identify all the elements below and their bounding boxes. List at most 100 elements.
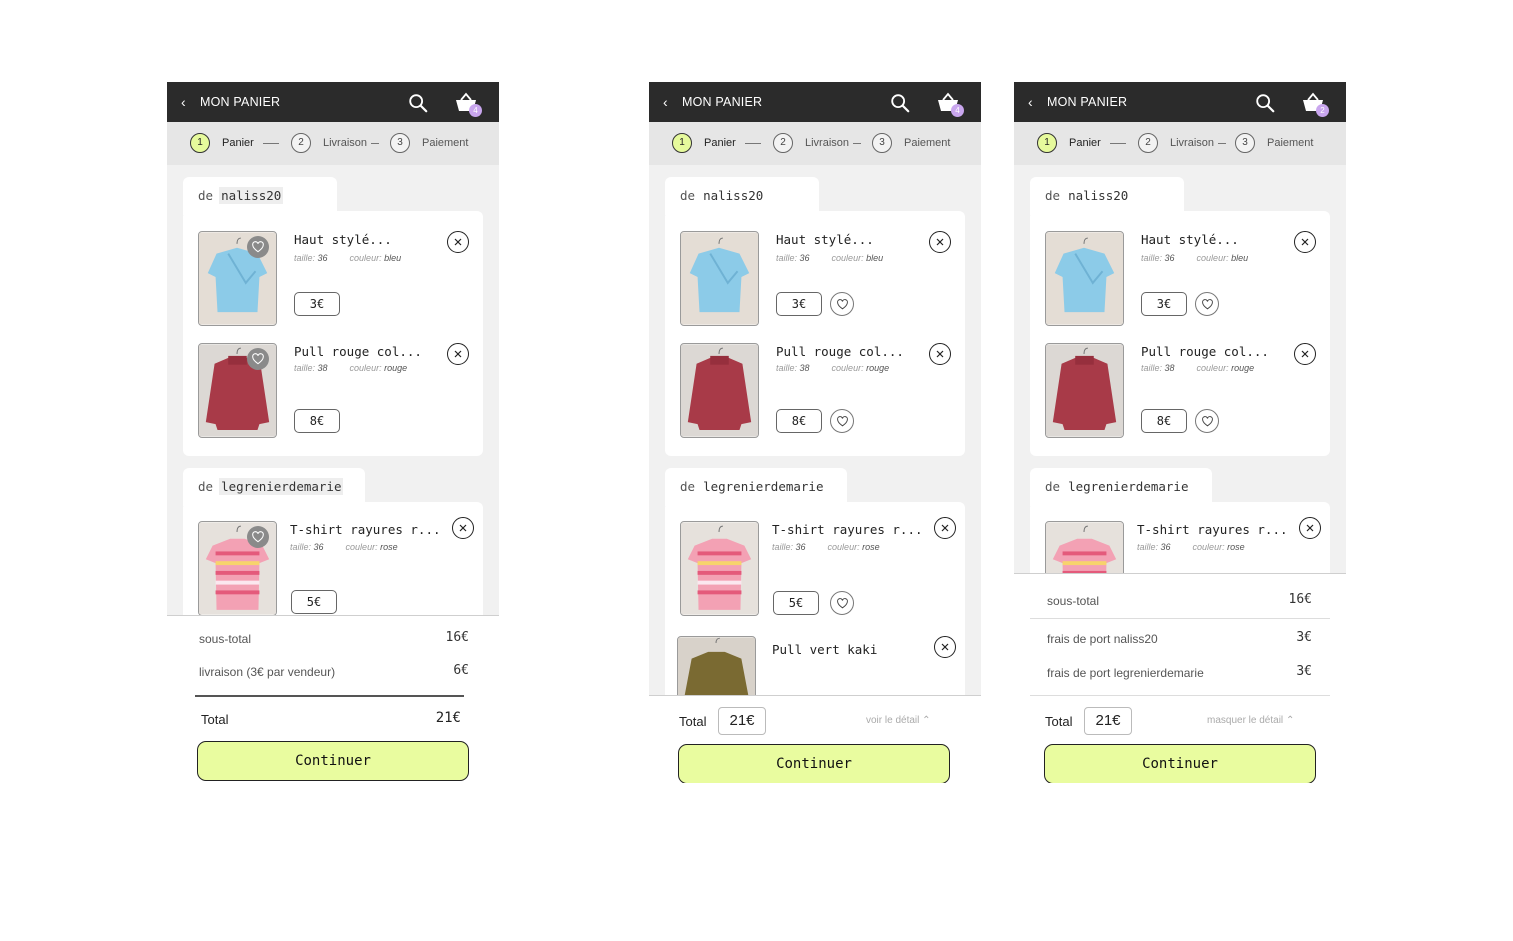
order-summary: Total 21€ voir le détail ⌃ Continuer <box>649 695 981 783</box>
chevron-left-icon[interactable]: ‹ <box>181 95 195 109</box>
close-icon[interactable] <box>1299 517 1321 539</box>
product-image[interactable] <box>680 521 759 616</box>
cart-item: Haut stylé... taille: 36 couleur: bleu 3€ <box>198 231 478 327</box>
close-icon[interactable] <box>934 517 956 539</box>
delivery-label: livraison (3€ par vendeur) <box>199 665 336 679</box>
product-image[interactable] <box>680 343 759 438</box>
item-name[interactable]: Pull vert kaki <box>772 642 877 657</box>
total-label: Total <box>1045 714 1073 729</box>
continue-button[interactable]: Continuer <box>1044 744 1316 783</box>
vendor-name[interactable]: legrenierdemarie <box>1066 478 1190 495</box>
top-bar: ‹ MON PANIER 2 <box>1014 82 1346 122</box>
chevron-left-icon[interactable]: ‹ <box>663 95 677 109</box>
size-label: taille: <box>1137 542 1159 552</box>
color-label: couleur: <box>1196 253 1229 263</box>
shipping-value: 3€ <box>1296 664 1312 679</box>
vendor-card-legrenierdemarie: T-shirt rayures r... taille: 36 couleur: … <box>665 502 965 731</box>
close-icon[interactable] <box>934 636 956 658</box>
step-divider <box>1110 143 1126 144</box>
continue-button[interactable]: Continuer <box>678 744 950 783</box>
cart-item: Pull rouge col... taille: 38 couleur: rou… <box>1045 343 1325 439</box>
chevron-left-icon[interactable]: ‹ <box>1028 95 1042 109</box>
item-name[interactable]: T-shirt rayures r... <box>772 522 923 537</box>
continue-button[interactable]: Continuer <box>197 741 469 781</box>
heart-icon[interactable] <box>830 292 854 316</box>
step-label: Panier <box>704 137 736 149</box>
item-name[interactable]: Haut stylé... <box>776 232 874 247</box>
price-box: 3€ <box>776 292 822 316</box>
item-meta: taille: 36 couleur: rose <box>1137 542 1245 552</box>
product-image[interactable] <box>1045 231 1124 326</box>
detail-link-label: voir le détail <box>866 715 920 726</box>
search-icon[interactable] <box>1254 92 1276 114</box>
close-icon[interactable] <box>929 231 951 253</box>
step-number: 3 <box>390 133 410 153</box>
vendor-tab-legrenierdemarie: de legrenierdemarie <box>665 468 847 506</box>
subtotal-value: 16€ <box>1288 592 1312 607</box>
close-icon[interactable] <box>929 343 951 365</box>
summary-divider <box>1030 618 1330 619</box>
item-name[interactable]: Haut stylé... <box>294 232 392 247</box>
checkout-stepper: 1 Panier 2 Livraison 3 Paiement <box>167 122 499 165</box>
step-livraison[interactable]: 2 Livraison <box>773 132 849 154</box>
size-label: taille: <box>776 363 798 373</box>
item-name[interactable]: T-shirt rayures r... <box>1137 522 1288 537</box>
close-icon[interactable] <box>447 343 469 365</box>
step-panier[interactable]: 1 Panier <box>1037 132 1101 154</box>
step-paiement[interactable]: 3 Paiement <box>1235 132 1313 154</box>
step-paiement[interactable]: 3 Paiement <box>872 132 950 154</box>
vendor-prefix: de <box>1045 479 1061 494</box>
item-name[interactable]: Haut stylé... <box>1141 232 1239 247</box>
page-title: MON PANIER <box>200 95 281 109</box>
heart-icon[interactable] <box>830 409 854 433</box>
item-name[interactable]: Pull rouge col... <box>294 344 422 359</box>
step-divider <box>371 143 379 144</box>
vendor-name[interactable]: naliss20 <box>1066 187 1130 204</box>
step-panier[interactable]: 1 Panier <box>190 132 254 154</box>
close-icon[interactable] <box>1294 343 1316 365</box>
close-icon[interactable] <box>1294 231 1316 253</box>
shipping-row-legrenierdemarie: frais de port legrenierdemarie 3€ <box>1047 664 1312 680</box>
color-value: bleu <box>1231 253 1249 263</box>
page-title: MON PANIER <box>682 95 763 109</box>
heart-icon[interactable] <box>247 526 269 548</box>
cart-screen-2: ‹ MON PANIER 4 1 Panier 2 Livraison 3 Paiem… <box>649 82 981 783</box>
step-number: 1 <box>1037 133 1057 153</box>
heart-icon[interactable] <box>830 591 854 615</box>
heart-icon[interactable] <box>1195 409 1219 433</box>
heart-icon[interactable] <box>247 236 269 258</box>
total-value: 21€ <box>1084 707 1132 735</box>
product-image[interactable] <box>1045 343 1124 438</box>
item-name[interactable]: Pull rouge col... <box>776 344 904 359</box>
step-livraison[interactable]: 2 Livraison <box>1138 132 1214 154</box>
vendor-tab-naliss20: de naliss20 <box>183 177 337 215</box>
heart-icon[interactable] <box>1195 292 1219 316</box>
step-livraison[interactable]: 2 Livraison <box>291 132 367 154</box>
detail-toggle[interactable]: masquer le détail ⌃ <box>1207 715 1294 726</box>
search-icon[interactable] <box>407 92 429 114</box>
vendor-tab-legrenierdemarie: de legrenierdemarie <box>183 468 365 506</box>
size-value: 36 <box>1160 542 1171 552</box>
item-name[interactable]: Pull rouge col... <box>1141 344 1269 359</box>
color-value: rose <box>1227 542 1245 552</box>
vendor-name[interactable]: naliss20 <box>219 187 284 204</box>
size-label: taille: <box>1141 363 1163 373</box>
shipping-label: frais de port legrenierdemarie <box>1047 666 1204 680</box>
detail-toggle[interactable]: voir le détail ⌃ <box>866 715 931 726</box>
total-label: Total <box>679 714 707 729</box>
product-image[interactable] <box>680 231 759 326</box>
vendor-name[interactable]: legrenierdemarie <box>701 478 825 495</box>
vendor-prefix: de <box>680 188 696 203</box>
step-panier[interactable]: 1 Panier <box>672 132 736 154</box>
close-icon[interactable] <box>452 517 474 539</box>
price-box: 3€ <box>1141 292 1187 316</box>
vendor-name[interactable]: naliss20 <box>701 187 765 204</box>
close-icon[interactable] <box>447 231 469 253</box>
search-icon[interactable] <box>889 92 911 114</box>
item-name[interactable]: T-shirt rayures r... <box>290 522 441 537</box>
subtotal-row: sous-total 16€ <box>199 630 469 646</box>
step-paiement[interactable]: 3 Paiement <box>390 132 468 154</box>
heart-icon[interactable] <box>247 348 269 370</box>
vendor-name[interactable]: legrenierdemarie <box>219 478 344 495</box>
size-label: taille: <box>1141 253 1163 263</box>
